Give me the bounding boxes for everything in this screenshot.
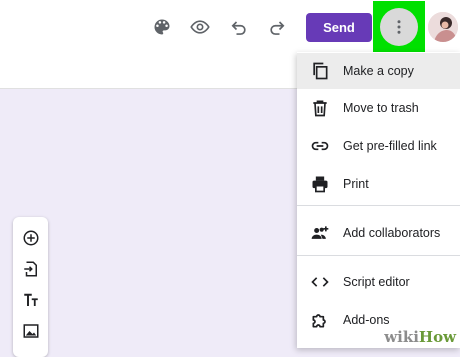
menu-item-label: Get pre-filled link — [343, 139, 437, 153]
import-icon — [24, 261, 37, 277]
menu-item-print[interactable]: Print — [297, 166, 460, 202]
more-vert-icon — [397, 20, 401, 34]
trash-icon — [297, 98, 343, 118]
eye-icon[interactable] — [187, 14, 213, 40]
wikihow-watermark: wiki How — [372, 326, 460, 348]
code-icon — [297, 272, 343, 292]
add-collaborators-icon — [297, 223, 343, 243]
copy-icon — [297, 61, 343, 81]
add-circle-icon — [23, 230, 39, 246]
menu-item-move-to-trash[interactable]: Move to trash — [297, 90, 460, 126]
send-button[interactable]: Send — [306, 13, 372, 42]
menu-item-make-copy[interactable]: Make a copy — [297, 53, 460, 89]
question-toolbox — [13, 217, 48, 357]
puzzle-icon — [297, 310, 343, 330]
menu-item-label: Print — [343, 177, 369, 191]
image-icon — [23, 324, 39, 338]
menu-divider — [297, 255, 460, 256]
watermark-how: How — [418, 328, 456, 346]
redo-icon[interactable] — [264, 14, 290, 40]
watermark-wiki: wiki — [384, 328, 419, 346]
menu-item-label: Add-ons — [343, 313, 390, 327]
menu-item-label: Add collaborators — [343, 226, 441, 240]
menu-item-add-collaborators[interactable]: Add collaborators — [297, 215, 460, 251]
avatar[interactable] — [428, 12, 458, 42]
menu-item-label: Script editor — [343, 275, 410, 289]
add-image-button[interactable] — [21, 321, 41, 341]
add-question-button[interactable] — [21, 228, 41, 248]
more-options-menu: Make a copy Move to trash Get pre-filled… — [297, 52, 460, 348]
import-questions-button[interactable] — [21, 259, 41, 279]
link-icon — [297, 136, 343, 156]
menu-divider — [297, 205, 460, 206]
print-icon — [297, 174, 343, 194]
undo-icon[interactable] — [226, 14, 252, 40]
menu-item-pre-filled-link[interactable]: Get pre-filled link — [297, 128, 460, 164]
title-text-icon — [24, 293, 38, 306]
palette-icon[interactable] — [149, 14, 175, 40]
menu-item-script-editor[interactable]: Script editor — [297, 264, 460, 300]
menu-item-label: Move to trash — [343, 101, 419, 115]
more-options-button[interactable] — [380, 8, 418, 46]
add-title-button[interactable] — [21, 290, 41, 310]
menu-item-label: Make a copy — [343, 64, 414, 78]
